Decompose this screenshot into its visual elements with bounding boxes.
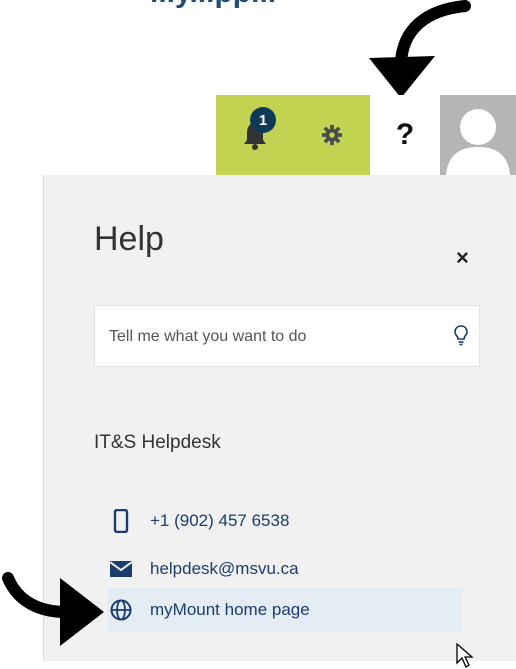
close-icon[interactable]: × <box>456 245 469 271</box>
notification-badge: 1 <box>250 107 276 133</box>
arrow-icon <box>369 0 471 98</box>
home-page-label: myMount home page <box>150 600 310 619</box>
phone-number: +1 (902) 457 6538 <box>150 511 290 530</box>
top-bar: 1 ? <box>0 95 516 175</box>
help-icon: ? <box>395 118 415 151</box>
help-panel: Help × IT&S Helpdesk +1 (902) 457 6538 h… <box>43 175 516 668</box>
phone-icon <box>108 508 134 534</box>
page-title: Help <box>94 220 164 258</box>
section-title: IT&S Helpdesk <box>94 432 221 453</box>
home-page-link[interactable]: myMount home page <box>108 588 462 632</box>
notifications-button[interactable] <box>216 95 294 175</box>
help-search-box <box>94 305 480 368</box>
arrow-icon <box>2 572 104 646</box>
globe-icon <box>108 597 134 623</box>
lightbulb-icon[interactable] <box>453 324 469 346</box>
email-address: helpdesk@msvu.ca <box>150 559 299 578</box>
gear-icon <box>321 124 343 146</box>
mail-icon <box>108 556 134 582</box>
phone-link[interactable]: +1 (902) 457 6538 <box>108 499 289 543</box>
avatar[interactable] <box>440 95 516 175</box>
avatar-icon <box>446 109 510 175</box>
help-button[interactable]: ? <box>370 95 440 175</box>
settings-button[interactable] <box>294 95 370 175</box>
email-link[interactable]: helpdesk@msvu.ca <box>108 547 299 591</box>
cursor-icon <box>456 643 474 668</box>
help-search-input[interactable] <box>95 306 451 368</box>
clipped-heading: ...y...pp... <box>150 0 276 10</box>
